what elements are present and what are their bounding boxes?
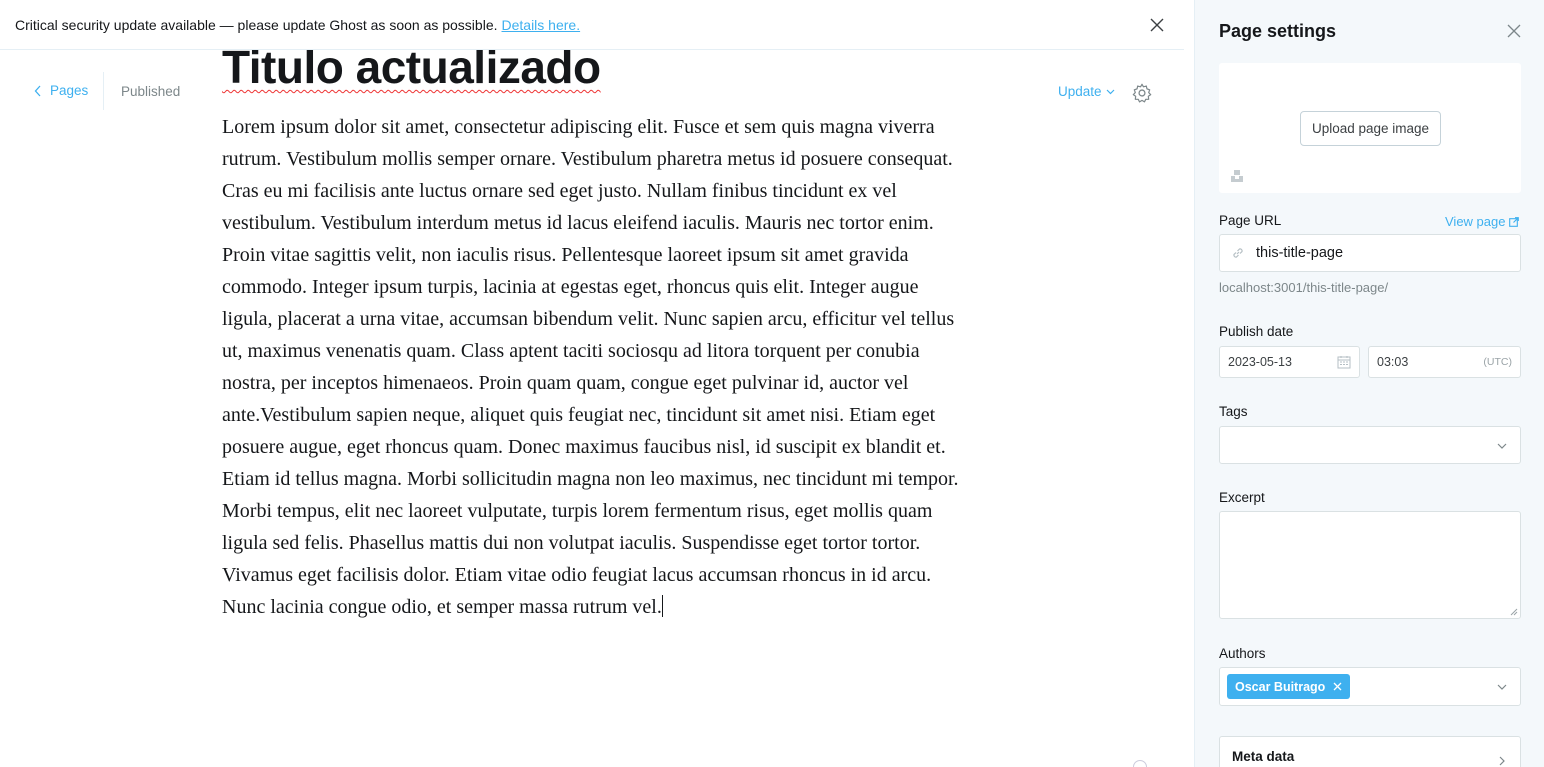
- publish-time-input[interactable]: 03:03 (UTC): [1368, 346, 1521, 378]
- chevron-right-icon: [1499, 756, 1505, 766]
- tags-label: Tags: [1219, 404, 1248, 419]
- panel-title: Page settings: [1219, 21, 1337, 41]
- excerpt-label: Excerpt: [1219, 490, 1265, 505]
- page-url-label: Page URL: [1219, 213, 1282, 228]
- page-image-uploader: Upload page image: [1219, 63, 1521, 193]
- post-body-text: Lorem ipsum dolor sit amet, consectetur …: [222, 116, 959, 618]
- banner-message: Critical security update available — ple…: [15, 16, 498, 33]
- meta-data-nav[interactable]: Meta data: [1219, 736, 1521, 767]
- chevron-down-icon: [1106, 89, 1114, 94]
- publish-date-input[interactable]: 2023-05-13: [1219, 346, 1360, 378]
- view-page-link[interactable]: View page: [1445, 214, 1520, 229]
- banner-details-link[interactable]: Details here.: [502, 17, 581, 33]
- resize-handle-icon[interactable]: [1510, 608, 1518, 616]
- meta-data-label: Meta data: [1232, 749, 1295, 764]
- back-label: Pages: [50, 83, 89, 98]
- author-name: Oscar Buitrago: [1235, 679, 1326, 694]
- view-page-label: View page: [1445, 214, 1506, 229]
- page-url-preview: localhost:3001/this-title-page/: [1219, 280, 1389, 295]
- text-caret: [661, 595, 663, 617]
- header-divider: [103, 72, 104, 110]
- close-icon[interactable]: [1148, 16, 1166, 34]
- page-settings-panel: Page settings Upload page image Page URL…: [1194, 0, 1544, 767]
- help-icon[interactable]: [1133, 760, 1147, 767]
- publish-date-label: Publish date: [1219, 324, 1294, 339]
- settings-gear-icon[interactable]: [1131, 82, 1153, 104]
- post-status: Published: [121, 84, 181, 99]
- update-label: Update: [1058, 84, 1102, 99]
- page-url-value: this-title-page: [1256, 245, 1344, 261]
- chevron-left-icon: [34, 85, 41, 96]
- link-icon: [1233, 248, 1243, 258]
- timezone-label: (UTC): [1483, 356, 1512, 368]
- tags-select[interactable]: [1219, 426, 1521, 464]
- page-url-input[interactable]: this-title-page: [1219, 234, 1521, 272]
- publish-time-value: 03:03: [1377, 355, 1409, 369]
- authors-select[interactable]: Oscar Buitrago: [1219, 667, 1521, 706]
- back-to-pages-link[interactable]: Pages: [34, 83, 88, 98]
- chevron-down-icon: [1497, 684, 1507, 690]
- author-token[interactable]: Oscar Buitrago: [1227, 674, 1351, 699]
- external-link-icon: [1509, 216, 1520, 227]
- close-icon[interactable]: [1507, 24, 1521, 38]
- chevron-down-icon: [1497, 443, 1507, 449]
- update-button[interactable]: Update: [1058, 84, 1115, 99]
- calendar-icon[interactable]: [1337, 355, 1351, 369]
- authors-label: Authors: [1219, 646, 1266, 661]
- publish-date-value: 2023-05-13: [1228, 355, 1292, 369]
- upload-image-button[interactable]: Upload page image: [1300, 111, 1441, 146]
- post-body-editor[interactable]: Lorem ipsum dolor sit amet, consectetur …: [222, 111, 967, 623]
- remove-author-icon[interactable]: [1333, 682, 1342, 691]
- unsplash-icon[interactable]: [1230, 169, 1244, 183]
- security-banner: Critical security update available — ple…: [0, 0, 1184, 50]
- excerpt-textarea[interactable]: [1219, 511, 1521, 619]
